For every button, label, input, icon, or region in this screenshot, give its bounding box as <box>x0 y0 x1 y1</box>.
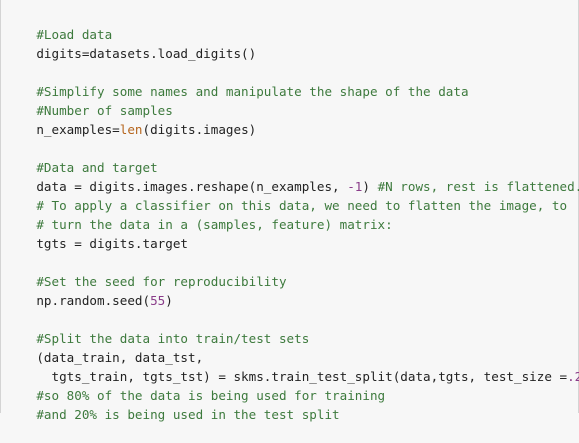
comment-text: #Set the seed for reproducibility <box>36 274 287 289</box>
number-literal: 55 <box>150 293 166 308</box>
code-text: (digits.images) <box>142 122 257 137</box>
code-text: digits=datasets.load_digits() <box>36 46 257 61</box>
comment-text: #Number of samples <box>36 103 173 118</box>
code-block: #Load data digits=datasets.load_digits()… <box>0 0 579 422</box>
comment-text: #Load data <box>36 27 113 42</box>
code-text: tgts = digits.target <box>36 236 188 251</box>
code-text: np.random.seed( <box>36 293 151 308</box>
comment-text: #and 20% is being used in the test split <box>36 407 340 422</box>
comment-text: #N rows, rest is flattened. <box>377 179 579 194</box>
comment-text: #Data and target <box>36 160 158 175</box>
comment-text: #Split the data into train/test sets <box>36 331 310 346</box>
code-text: data = digits.images.reshape(n_examples, <box>36 179 348 194</box>
code-line-14: #Set the seed for reproducibility <box>6 253 578 289</box>
code-text: (data_train, data_tst, <box>36 350 204 365</box>
code-line-4: #Simplify some names and manipulate the … <box>6 63 578 99</box>
comment-text: # To apply a classifier on this data, we… <box>36 198 568 213</box>
code-line-17: #Split the data into train/test sets <box>6 310 578 346</box>
number-literal: -1 <box>347 179 363 194</box>
comment-text: # turn the data in a (samples, feature) … <box>36 217 393 232</box>
comment-text: #so 80% of the data is being used for tr… <box>36 388 386 403</box>
code-text: ) <box>362 179 378 194</box>
code-text: ) <box>165 293 173 308</box>
code-line-8: #Data and target <box>6 139 578 175</box>
code-text: n_examples= <box>36 122 120 137</box>
code-text: tgts_train, tgts_tst) = skms.train_test_… <box>36 369 568 384</box>
number-literal: .2 <box>567 369 579 384</box>
comment-text: #Simplify some names and manipulate the … <box>36 84 469 99</box>
code-line-1: #Load data <box>6 6 578 42</box>
builtin-len: len <box>119 122 143 137</box>
